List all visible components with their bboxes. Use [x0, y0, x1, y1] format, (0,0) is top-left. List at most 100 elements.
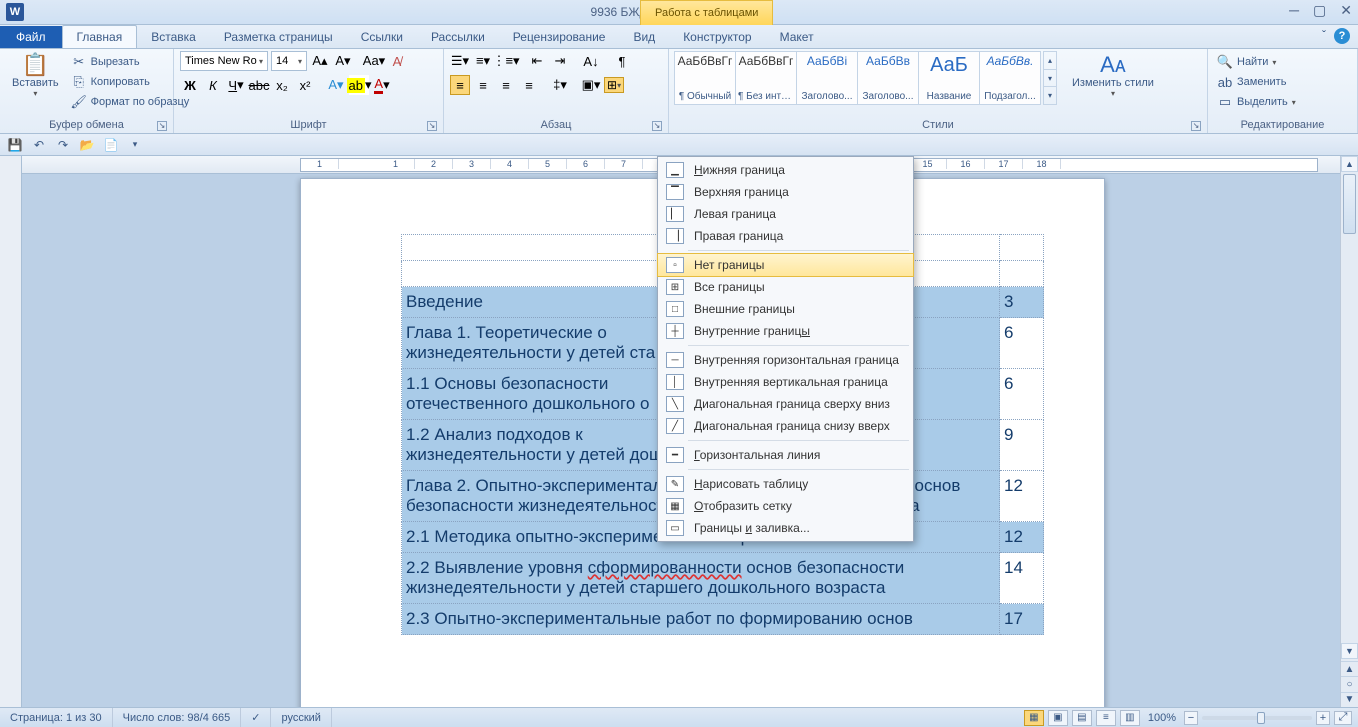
menu-item-inside-v-border[interactable]: │Внутренняя вертикальная граница — [658, 371, 913, 393]
view-print-layout-button[interactable]: ▦ — [1024, 710, 1044, 726]
shading-button[interactable]: ▣▾ — [581, 75, 601, 95]
qat-save-button[interactable]: 💾 — [6, 136, 24, 154]
find-button[interactable]: 🔍Найти ▾ — [1214, 53, 1351, 71]
style-item[interactable]: АаБбВвЗаголово... — [857, 51, 919, 105]
scroll-thumb[interactable] — [1343, 174, 1356, 234]
close-icon[interactable]: ✕ — [1340, 2, 1352, 19]
zoom-fit-button[interactable]: ⤢ — [1334, 711, 1352, 725]
justify-button[interactable]: ≡ — [519, 75, 539, 95]
zoom-in-button[interactable]: + — [1316, 711, 1330, 725]
increase-indent-button[interactable]: ⇥ — [550, 51, 570, 71]
replace-button[interactable]: abЗаменить — [1214, 73, 1351, 91]
menu-item-right-border[interactable]: ▕Правая граница — [658, 225, 913, 247]
status-words[interactable]: Число слов: 98/4 665 — [113, 708, 242, 727]
menu-item-inside-borders[interactable]: ┼Внутренние границы — [658, 320, 913, 342]
menu-item-diag-down-border[interactable]: ╲Диагональная граница сверху вниз — [658, 393, 913, 415]
table-cell[interactable]: 17 — [1000, 604, 1044, 635]
styles-dialog-launcher[interactable]: ↘ — [1191, 121, 1201, 131]
font-color-button[interactable]: A▾ — [372, 75, 392, 95]
minimize-icon[interactable]: ─ — [1289, 2, 1299, 19]
style-item[interactable]: АаБбВвГг¶ Без инте... — [735, 51, 797, 105]
zoom-slider[interactable] — [1202, 716, 1312, 720]
paste-button[interactable]: 📋 Вставить ▾ — [6, 51, 65, 100]
table-cell[interactable]: 6 — [1000, 369, 1044, 420]
multilevel-list-button[interactable]: ⋮≡▾ — [496, 51, 516, 71]
table-cell[interactable]: 12 — [1000, 522, 1044, 553]
table-cell[interactable]: 12 — [1000, 471, 1044, 522]
numbering-button[interactable]: ≡▾ — [473, 51, 493, 71]
text-effects-button[interactable]: A▾ — [326, 75, 346, 95]
menu-item-inside-h-border[interactable]: ─Внутренняя горизонтальная граница — [658, 349, 913, 371]
style-item[interactable]: АаБНазвание — [918, 51, 980, 105]
font-dialog-launcher[interactable]: ↘ — [427, 121, 437, 131]
scroll-up-button[interactable]: ▲ — [1341, 156, 1358, 172]
qat-new-button[interactable]: 📄 — [102, 136, 120, 154]
highlight-button[interactable]: ab▾ — [349, 75, 369, 95]
menu-item-diag-up-border[interactable]: ╱Диагональная граница снизу вверх — [658, 415, 913, 437]
browse-object-button[interactable]: ○ — [1341, 676, 1358, 691]
tab-table-layout[interactable]: Макет — [766, 26, 828, 48]
menu-item-no-border[interactable]: ▫Нет границы — [658, 254, 913, 276]
tab-file[interactable]: Файл — [0, 26, 62, 48]
menu-item-borders-shading-dialog[interactable]: ▭Границы и заливка... — [658, 517, 913, 539]
clear-formatting-button[interactable]: A̸ — [387, 51, 407, 71]
tab-insert[interactable]: Вставка — [137, 26, 210, 48]
tab-references[interactable]: Ссылки — [347, 26, 417, 48]
help-icon[interactable]: ? — [1334, 28, 1350, 44]
sort-button[interactable]: A↓ — [581, 51, 601, 71]
superscript-button[interactable]: x² — [295, 75, 315, 95]
strikethrough-button[interactable]: abc — [249, 75, 269, 95]
decrease-indent-button[interactable]: ⇤ — [527, 51, 547, 71]
bold-button[interactable]: Ж — [180, 75, 200, 95]
style-item[interactable]: АаБбВіЗаголово... — [796, 51, 858, 105]
scroll-down-button[interactable]: ▼ — [1341, 643, 1358, 659]
zoom-level[interactable]: 100% — [1148, 712, 1176, 724]
menu-item-draw-table[interactable]: ✎Нарисовать таблицу — [658, 473, 913, 495]
clipboard-dialog-launcher[interactable]: ↘ — [157, 121, 167, 131]
qat-customize-button[interactable]: ▾ — [126, 136, 144, 154]
paragraph-dialog-launcher[interactable]: ↘ — [652, 121, 662, 131]
subscript-button[interactable]: x₂ — [272, 75, 292, 95]
select-button[interactable]: ▭Выделить ▾ — [1214, 93, 1351, 111]
grow-font-button[interactable]: A▴ — [310, 51, 330, 71]
table-cell[interactable]: 2.2 Выявление уровня сформированности ос… — [402, 553, 1000, 604]
tab-view[interactable]: Вид — [619, 26, 669, 48]
table-cell[interactable]: 2.3 Опытно-экспериментальные работ по фо… — [402, 604, 1000, 635]
shrink-font-button[interactable]: A▾ — [333, 51, 353, 71]
qat-undo-button[interactable]: ↶ — [30, 136, 48, 154]
menu-item-horizontal-line[interactable]: ━Горизонтальная линия — [658, 444, 913, 466]
line-spacing-button[interactable]: ‡▾ — [550, 75, 570, 95]
status-page[interactable]: Страница: 1 из 30 — [0, 708, 113, 727]
restore-icon[interactable]: ▢ — [1313, 2, 1326, 19]
minimize-ribbon-icon[interactable]: ˇ — [1322, 28, 1326, 44]
tab-table-design[interactable]: Конструктор — [669, 26, 765, 48]
borders-button[interactable]: ⊞▾ — [604, 77, 624, 93]
align-right-button[interactable]: ≡ — [496, 75, 516, 95]
table-cell[interactable]: 9 — [1000, 420, 1044, 471]
align-center-button[interactable]: ≡ — [473, 75, 493, 95]
menu-item-bottom-border[interactable]: ▁Нижняя граница — [658, 159, 913, 181]
italic-button[interactable]: К — [203, 75, 223, 95]
menu-item-outside-borders[interactable]: □Внешние границы — [658, 298, 913, 320]
menu-item-left-border[interactable]: ▏Левая граница — [658, 203, 913, 225]
next-page-button[interactable]: ▼ — [1341, 692, 1358, 707]
qat-open-button[interactable]: 📂 — [78, 136, 96, 154]
change-styles-button[interactable]: Aᴀ Изменить стили▾ — [1066, 51, 1160, 100]
status-proofing[interactable]: ✓ — [241, 708, 271, 727]
vertical-scrollbar[interactable]: ▲ ▼ ▲ ○ ▼ — [1340, 156, 1358, 707]
view-web-button[interactable]: ▤ — [1072, 710, 1092, 726]
zoom-out-button[interactable]: − — [1184, 711, 1198, 725]
tab-mailings[interactable]: Рассылки — [417, 26, 499, 48]
font-name-combo[interactable]: Times New Ro▾ — [180, 51, 268, 71]
table-cell[interactable]: 14 — [1000, 553, 1044, 604]
view-draft-button[interactable]: ▥ — [1120, 710, 1140, 726]
menu-item-view-gridlines[interactable]: ▦Отобразить сетку — [658, 495, 913, 517]
tab-review[interactable]: Рецензирование — [499, 26, 620, 48]
zoom-thumb[interactable] — [1257, 712, 1265, 724]
bullets-button[interactable]: ☰▾ — [450, 51, 470, 71]
change-case-button[interactable]: Aa▾ — [364, 51, 384, 71]
style-item[interactable]: АаБбВвГг¶ Обычный — [674, 51, 736, 105]
menu-item-top-border[interactable]: ▔Верхняя граница — [658, 181, 913, 203]
view-full-screen-button[interactable]: ▣ — [1048, 710, 1068, 726]
styles-gallery-scroll[interactable]: ▴▾▾ — [1043, 51, 1057, 105]
